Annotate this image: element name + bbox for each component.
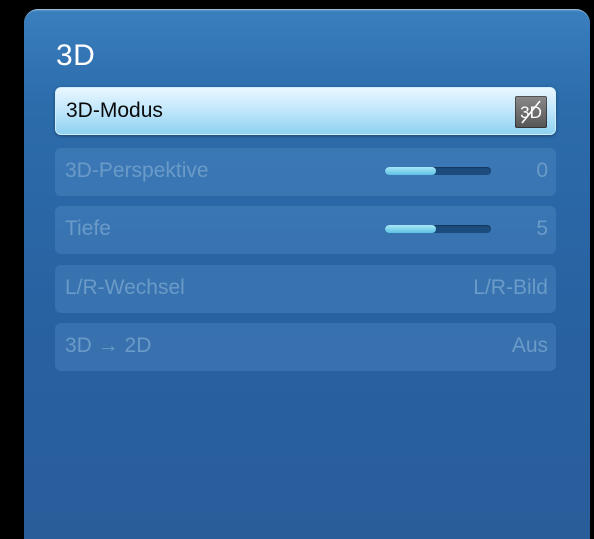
- menu-item-label: 3D-Modus: [66, 99, 163, 122]
- menu-item-3d-perspective[interactable]: 3D-Perspektive 0: [55, 148, 556, 196]
- menu-item-3d-mode[interactable]: 3D-Modus 3D: [55, 87, 556, 135]
- 3d-settings-panel: 3D 3D-Modus 3D 3D-Perspektive 0 Tiefe 5 …: [24, 9, 590, 539]
- menu-item-depth[interactable]: Tiefe 5: [55, 206, 556, 254]
- menu-item-value: Aus: [511, 334, 548, 357]
- menu-item-lr-switch[interactable]: L/R-Wechsel L/R-Bild: [55, 265, 556, 313]
- menu-title: 3D: [56, 39, 96, 72]
- menu-item-label: 3D-Perspektive: [65, 159, 209, 182]
- menu-item-value: 0: [536, 159, 548, 182]
- menu-item-label: 3D → 2D: [65, 334, 152, 357]
- perspective-slider-fill: [385, 167, 436, 175]
- menu-item-value: L/R-Bild: [473, 276, 548, 299]
- menu-item-label: L/R-Wechsel: [65, 276, 185, 299]
- menu-item-label: Tiefe: [65, 217, 111, 240]
- depth-slider-fill: [385, 225, 436, 233]
- menu-item-3d-to-2d[interactable]: 3D → 2D Aus: [55, 323, 556, 371]
- depth-slider[interactable]: [385, 225, 491, 233]
- menu-item-value: 5: [536, 217, 548, 240]
- 3d-mode-icon: 3D: [515, 96, 547, 128]
- perspective-slider[interactable]: [385, 167, 491, 175]
